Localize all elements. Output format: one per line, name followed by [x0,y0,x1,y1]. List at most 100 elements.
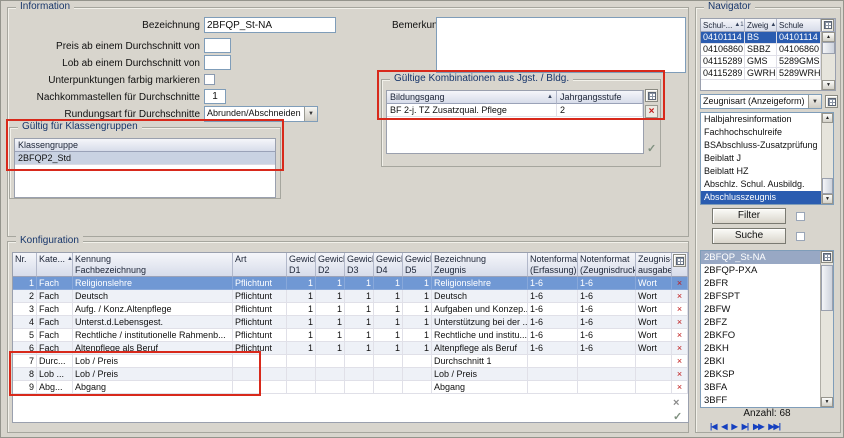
delete-row-button[interactable]: × [672,355,688,368]
scroll-track[interactable] [821,263,833,397]
table-row[interactable]: 5FachRechtliche / institutionelle Rahmen… [13,329,688,342]
column-header[interactable]: KennungFachbezeichnung [73,253,233,277]
confirm-icon[interactable]: ✓ [673,412,682,423]
grid-icon-button[interactable] [673,254,686,267]
list-item[interactable]: 2BKSP [701,368,820,381]
scroll-down-button[interactable]: ▼ [822,80,835,90]
delete-row-button[interactable]: × [672,368,688,381]
column-header[interactable]: GewichtD3 [345,253,374,277]
column-header[interactable]: Bildungsgang▲ [387,91,557,104]
scroll-thumb[interactable] [822,42,835,54]
column-header[interactable]: GewichtD1 [287,253,316,277]
bemerkung-textarea[interactable] [436,17,686,73]
bezeichnung-input[interactable] [204,17,336,33]
dropdown-arrow-icon[interactable]: ▼ [808,95,821,108]
table-row[interactable]: 04115289GMS5289GMS [701,56,835,68]
confirm-icon[interactable]: ✓ [647,144,656,155]
column-header[interactable]: Nr. [13,253,37,277]
column-header[interactable]: Schule [777,19,821,32]
column-header[interactable]: GewichtD2 [316,253,345,277]
list-item[interactable]: 2BKH [701,342,820,355]
list-item[interactable]: Beiblatt J [701,152,821,165]
list-item[interactable]: 2BFW [701,303,820,316]
list-item[interactable]: 2BFSPT [701,290,820,303]
list-item[interactable]: Beiblatt HZ [701,165,821,178]
table-row[interactable]: 4FachUnterst.d.Lebensgest.Pflichtunt1111… [13,316,688,329]
table-row[interactable]: 2FachDeutschPflichtunt11111Deutsch1-61-6… [13,290,688,303]
suche-button[interactable]: Suche [712,228,786,244]
delete-row-button[interactable]: × [672,316,688,329]
klassengruppe-column-header[interactable]: Klassengruppe [15,139,275,152]
scroll-thumb[interactable] [822,178,833,194]
table-row[interactable]: BF 2-j. TZ Zusatzqual. Pflege2 [387,104,643,117]
list-item[interactable]: Abschlz. Schul. Ausbildg. [701,178,821,191]
scrollbar[interactable]: ▲ ▼ [821,113,833,204]
filter-checkbox[interactable] [796,212,805,221]
list-item[interactable]: Halbjahresinformation [701,113,821,126]
scroll-down-button[interactable]: ▼ [822,194,833,204]
delete-row-button[interactable]: × [672,290,688,303]
list-item[interactable]: 2BKI [701,355,820,368]
suche-checkbox[interactable] [796,232,805,241]
delete-row-button[interactable]: × [672,381,688,394]
grid-icon-button[interactable] [821,251,833,263]
nav-next-button[interactable]: ▶ [732,422,737,431]
dropdown-arrow-icon[interactable]: ▼ [304,107,317,121]
nachkommastellen-input[interactable] [204,89,226,104]
list-item[interactable]: 2BFQP-PXA [701,264,820,277]
rundungsart-select[interactable]: Abrunden/Abschneiden ▼ [204,106,318,122]
column-header[interactable]: Notenformat(Erfassung) [528,253,578,277]
column-header[interactable]: Schul-...▲1 [701,19,745,32]
scroll-up-button[interactable]: ▲ [822,32,835,42]
column-header[interactable]: Zweig▲2 [745,19,777,32]
table-row[interactable]: 04101114BS04101114 [701,32,835,44]
scrollbar[interactable]: ▼ [820,251,833,407]
filter-button[interactable]: Filter [712,208,786,224]
column-header[interactable]: Jahrgangsstufe [557,91,643,104]
list-item[interactable]: 2BFZ [701,316,820,329]
zeugnisart-dropdown[interactable]: Zeugnisart (Anzeigeform) ▼ [700,94,822,109]
table-row[interactable]: 3FachAufg. / Konz.AltenpflegePflichtunt1… [13,303,688,316]
lob-input[interactable] [204,55,231,70]
scroll-up-button[interactable]: ▲ [822,113,833,123]
scrollbar[interactable]: ▲ ▼ [821,32,835,90]
list-item[interactable]: 3BFF [701,394,820,407]
scroll-down-button[interactable]: ▼ [821,397,833,407]
list-item[interactable]: 2BKFO [701,329,820,342]
grid-icon-button[interactable] [645,89,658,102]
table-row[interactable]: 1FachReligionslehrePflichtunt11111Religi… [13,277,688,290]
delete-row-button[interactable]: × [672,329,688,342]
grid-icon-button[interactable] [825,95,838,108]
column-header[interactable]: Kate...▲ [37,253,73,277]
scroll-track[interactable] [822,42,835,80]
column-header[interactable]: GewichtD4 [374,253,403,277]
delete-row-button[interactable]: × [672,277,688,290]
column-header[interactable]: GewichtD5 [403,253,432,277]
list-item[interactable]: Abschlusszeugnis [701,191,821,204]
table-row[interactable]: 8Lob ...Lob / PreisLob / Preis× [13,368,688,381]
list-item[interactable]: 2BFQP_St-NA [701,251,820,264]
table-row[interactable]: 7Durc...Lob / PreisDurchschnitt 1× [13,355,688,368]
table-row[interactable]: 04115289GWRHS5289WRHS [701,68,835,80]
list-item[interactable]: Fachhochschulreife [701,126,821,139]
scroll-track[interactable] [822,123,833,194]
unterpunktungen-checkbox[interactable] [204,74,215,85]
scroll-thumb[interactable] [821,265,833,311]
list-item[interactable]: BSAbschluss-Zusatzprüfung [701,139,821,152]
nav-first-button[interactable]: |◀ [710,422,716,431]
column-header[interactable]: BezeichnungZeugnis [432,253,528,277]
cancel-icon[interactable]: × [673,398,679,409]
nav-fast-next-button[interactable]: ▶▶ [753,422,763,431]
grid-icon-button[interactable] [821,19,834,32]
list-item[interactable]: 2BFQP2_Std [15,152,275,165]
column-header[interactable]: Art [233,253,287,277]
nav-prior-button[interactable]: ◀ [721,422,726,431]
preis-input[interactable] [204,38,231,53]
list-item[interactable]: 2BFR [701,277,820,290]
delete-row-button[interactable]: × [672,342,688,355]
list-item[interactable]: 3BFA [701,381,820,394]
column-header[interactable]: Notenformat(Zeugnisdruck) [578,253,636,277]
nav-fast-last-button[interactable]: ▶▶| [768,422,780,431]
table-row[interactable]: 9Abg...AbgangAbgang× [13,381,688,394]
nav-last-button[interactable]: ▶| [742,422,748,431]
